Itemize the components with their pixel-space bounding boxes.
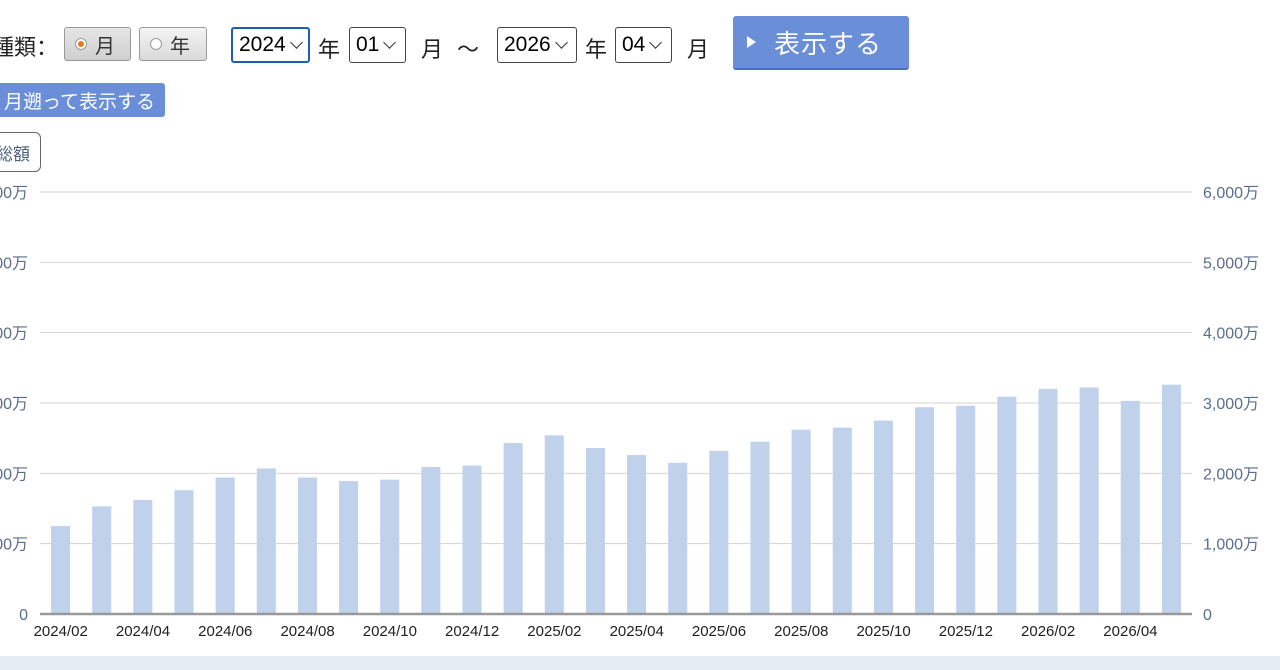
- bar: [544, 435, 564, 614]
- from-year-value: 2024: [239, 33, 286, 56]
- grid-lines: [40, 191, 1192, 545]
- range-tilde: 〜: [457, 37, 480, 62]
- bar: [215, 477, 235, 614]
- bar: [297, 477, 317, 614]
- x-tick-label: 2024/10: [363, 623, 417, 640]
- bar: [873, 420, 893, 614]
- bar: [339, 481, 359, 614]
- bar: [668, 462, 688, 614]
- x-tick-label: 2025/10: [856, 623, 910, 640]
- y-tick-label-left: 00万: [0, 185, 28, 202]
- bar: [133, 500, 153, 614]
- bar: [380, 479, 400, 614]
- bar: [832, 427, 852, 614]
- y-tick-label-left: 00万: [0, 537, 28, 554]
- from-month-value: 01: [356, 33, 380, 56]
- bar: [750, 441, 770, 614]
- chevron-down-icon: [554, 36, 568, 49]
- bar: [956, 405, 976, 614]
- chevron-down-icon: [289, 36, 303, 49]
- y-tick-label-left: 00万: [0, 396, 28, 413]
- from-year-select[interactable]: 2024: [231, 27, 310, 63]
- radio-year-label: 年: [170, 35, 190, 58]
- y-tick-label-right: 3,000万: [1203, 396, 1259, 413]
- bar: [1038, 388, 1058, 614]
- x-tick-label: 2024/04: [116, 623, 170, 640]
- x-tick-label: 2025/04: [610, 623, 664, 640]
- from-month-unit: 月: [421, 37, 444, 62]
- bar: [709, 450, 729, 614]
- show-button[interactable]: 表示する: [733, 16, 909, 70]
- bar: [421, 467, 441, 614]
- bar: [1161, 384, 1181, 614]
- bars: [51, 384, 1181, 614]
- radio-month-label: 月: [95, 35, 115, 58]
- to-month-select[interactable]: 04: [615, 27, 672, 63]
- bar: [915, 407, 935, 614]
- bar: [503, 443, 523, 614]
- x-tick-label: 2025/02: [527, 623, 581, 640]
- total-button-label: 総額: [0, 144, 30, 164]
- bar: [51, 526, 71, 614]
- filter-controls: 種類： 月 年 2024 年 01 月 〜 2026 年 04 月 表示する: [0, 14, 1280, 74]
- x-tick-label: 2024/12: [445, 623, 499, 640]
- y-tick-label-left: 00万: [0, 255, 28, 272]
- x-tick-label: 2025/08: [774, 623, 828, 640]
- bar: [462, 465, 482, 614]
- y-tick-label-left: 00万: [0, 326, 28, 343]
- y-tick-label-right: 0: [1203, 607, 1212, 624]
- to-month-value: 04: [622, 33, 646, 56]
- bar: [997, 396, 1017, 614]
- y-tick-label-left: 00万: [0, 466, 28, 483]
- from-year-unit: 年: [318, 37, 341, 62]
- x-tick-label: 2026/04: [1103, 623, 1157, 640]
- bar: [627, 455, 647, 614]
- y-tick-label-right: 2,000万: [1203, 466, 1259, 483]
- bar: [174, 490, 194, 614]
- radio-dot-icon: [75, 38, 87, 50]
- x-tick-label: 2024/02: [34, 623, 88, 640]
- bar: [1079, 387, 1099, 614]
- to-year-unit: 年: [585, 37, 608, 62]
- to-year-value: 2026: [504, 33, 551, 56]
- type-label: 種類：: [0, 35, 59, 60]
- x-tick-label: 2025/12: [939, 623, 993, 640]
- go-back-button-label: 月遡って表示する: [4, 91, 156, 113]
- from-month-select[interactable]: 01: [349, 27, 406, 63]
- show-button-label: 表示する: [774, 28, 883, 59]
- y-tick-label-right: 6,000万: [1203, 185, 1259, 202]
- bottom-strip: [0, 656, 1280, 670]
- x-tick-label: 2024/06: [198, 623, 252, 640]
- play-icon: [747, 36, 756, 48]
- bar-chart: 0 0 00万 1,000万 00万 2,000万 00万 3,000万 00万 4,000万 00…: [0, 185, 1259, 640]
- radio-year[interactable]: 年: [139, 27, 207, 61]
- x-tick-label: 2026/02: [1021, 623, 1075, 640]
- bar: [92, 506, 112, 614]
- chevron-down-icon: [383, 36, 397, 49]
- chevron-down-icon: [649, 36, 663, 49]
- y-tick-label-right: 5,000万: [1203, 255, 1259, 272]
- y-tick-label-right: 4,000万: [1203, 326, 1259, 343]
- x-tick-label: 2025/06: [692, 623, 746, 640]
- total-button[interactable]: 総額: [0, 132, 41, 172]
- go-back-button[interactable]: 月遡って表示する: [0, 83, 166, 117]
- to-month-unit: 月: [687, 37, 710, 62]
- radio-month[interactable]: 月: [64, 27, 131, 61]
- bar: [256, 468, 276, 614]
- x-tick-label: 2024/08: [280, 623, 334, 640]
- radio-dot-icon: [150, 38, 162, 50]
- y-tick-label-right: 1,000万: [1203, 537, 1259, 554]
- y-tick-label-left: 0: [19, 607, 28, 624]
- bar: [1120, 400, 1140, 614]
- bar: [585, 448, 605, 614]
- to-year-select[interactable]: 2026: [497, 27, 577, 63]
- bar: [791, 429, 811, 614]
